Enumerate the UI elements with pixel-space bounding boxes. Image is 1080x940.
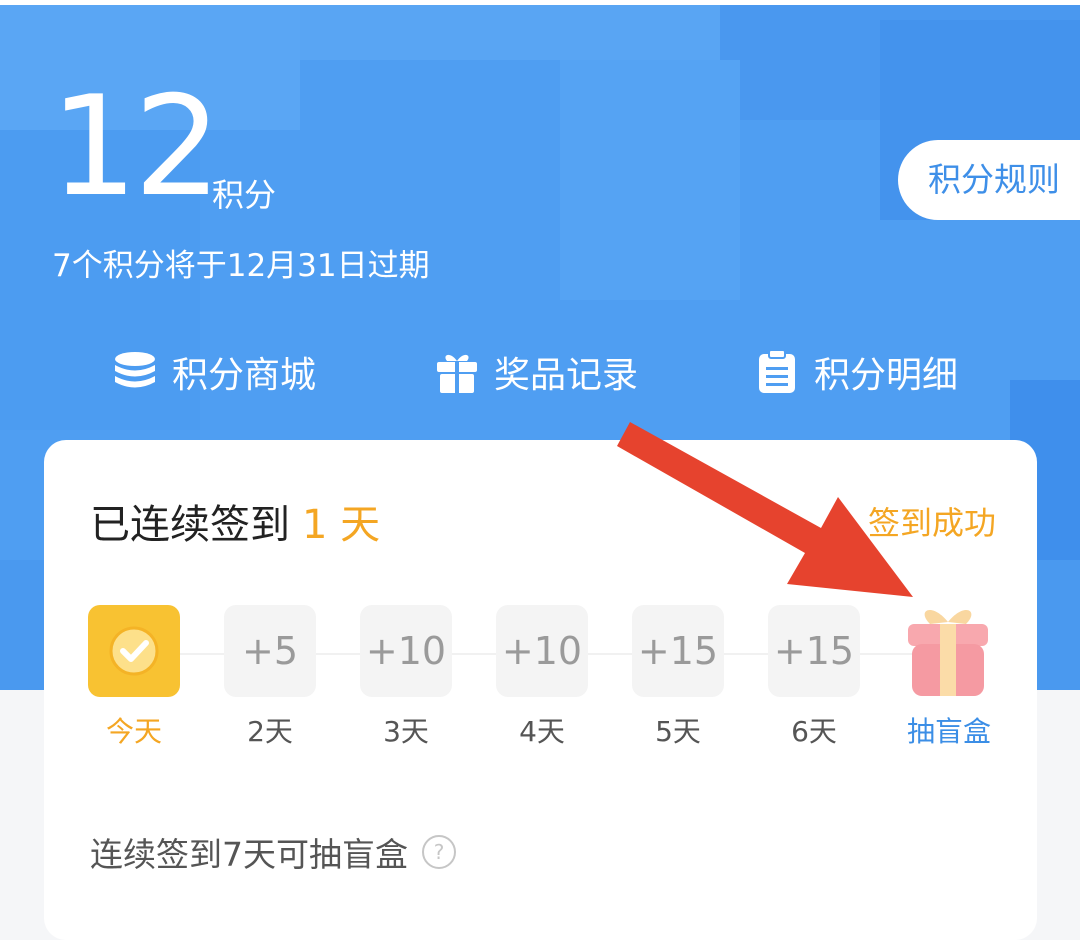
annotation-arrow	[617, 422, 913, 597]
